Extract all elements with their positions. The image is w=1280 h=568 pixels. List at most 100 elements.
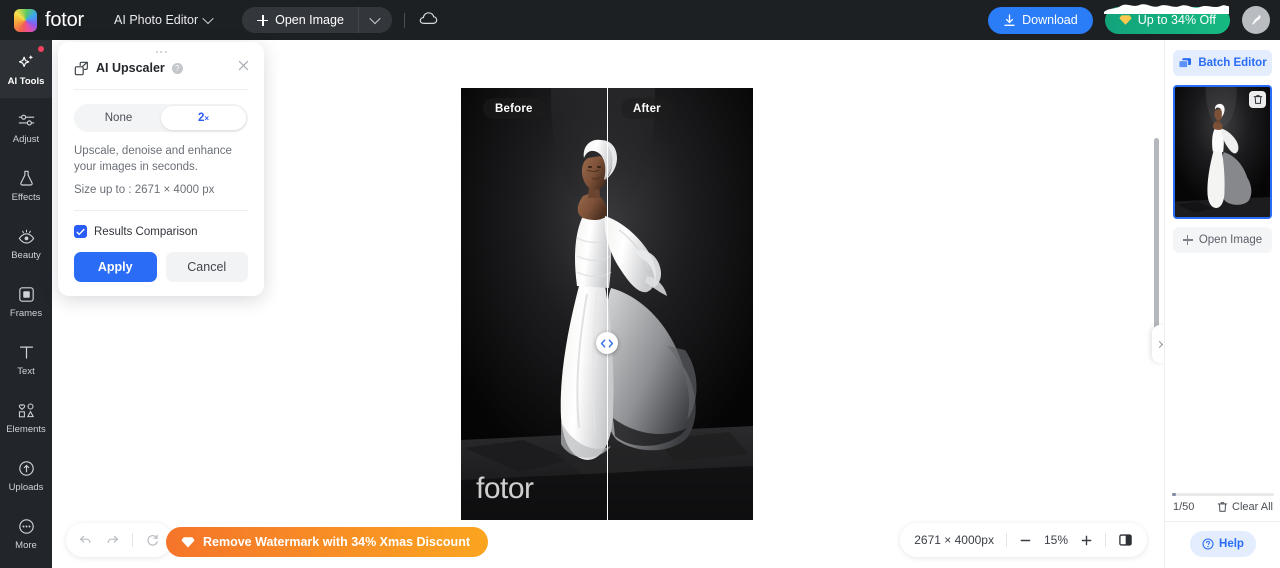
sidebar-item-more[interactable]: More	[0, 504, 52, 562]
sidebar-item-label: More	[15, 539, 37, 551]
promo-button[interactable]: Up to 34% Off	[1104, 6, 1230, 34]
panel-action-row: Apply Cancel	[74, 252, 248, 282]
chevron-right-icon	[1155, 340, 1164, 348]
panel-size-note: Size up to : 2671 × 4000 px	[74, 184, 215, 196]
batch-progress-fill	[1172, 493, 1177, 496]
refresh-icon[interactable]	[145, 533, 160, 548]
frame-square-icon	[18, 286, 34, 302]
clear-all-button[interactable]: Clear All	[1217, 501, 1273, 513]
toolbar-divider	[403, 12, 405, 28]
promo-upsell[interactable]: Up to 34% Off	[1103, 3, 1230, 34]
batch-count: 1/50	[1173, 501, 1195, 513]
sidebar-item-beauty[interactable]: Beauty	[0, 214, 52, 272]
open-image-label-right: Open Image	[1198, 234, 1263, 246]
sidebar-item-uploads[interactable]: Uploads	[0, 446, 52, 504]
upscale-factor-toggle: None 2 ×	[74, 104, 248, 132]
sidebar-item-text[interactable]: Text	[0, 330, 52, 388]
zoom-in-button[interactable]	[1080, 534, 1093, 547]
notification-badge	[38, 46, 44, 52]
zoom-out-button[interactable]	[1019, 534, 1032, 547]
sliders-icon	[18, 114, 34, 126]
thumbnail-item[interactable]	[1173, 85, 1272, 219]
batch-editor-button[interactable]: Batch Editor	[1173, 50, 1272, 76]
results-comparison-checkbox[interactable]	[74, 225, 87, 238]
image-canvas[interactable]: Before After fotor	[461, 88, 753, 520]
close-icon[interactable]	[237, 59, 250, 77]
panel-divider-top	[74, 89, 248, 90]
open-image-button-right[interactable]: Open Image	[1173, 227, 1272, 253]
help-label: Help	[1219, 538, 1244, 550]
canvas-scrollbar[interactable]	[1154, 138, 1159, 330]
cancel-button[interactable]: Cancel	[165, 252, 248, 282]
batch-panel: Batch Editor Open Image 1/50 Clear All H…	[1164, 40, 1280, 568]
sidebar-item-label: Uploads	[8, 481, 44, 493]
left-tool-rail: AI Tools Adjust Effects Beauty Frames Te…	[0, 40, 52, 568]
brand-logo[interactable]: fotor	[14, 8, 85, 32]
open-image-dropdown-button[interactable]	[357, 7, 392, 33]
sidebar-item-ai-tools[interactable]: AI Tools	[0, 40, 52, 98]
open-image-button[interactable]: Open Image	[242, 7, 358, 33]
before-after-slider-handle[interactable]	[596, 332, 618, 354]
remove-watermark-promo-button[interactable]: Remove Watermark with 34% Xmas Discount	[166, 527, 488, 557]
sidebar-item-adjust[interactable]: Adjust	[0, 98, 52, 156]
upscale-option-none[interactable]: None	[76, 106, 161, 130]
batch-count-row: 1/50 Clear All	[1165, 496, 1280, 513]
chevron-down-icon	[202, 12, 214, 25]
upscale-icon	[74, 61, 88, 75]
ellipsis-circle-icon	[18, 518, 34, 534]
clear-all-label: Clear All	[1232, 501, 1273, 513]
delete-thumbnail-button[interactable]	[1249, 91, 1266, 108]
footer-divider	[1165, 521, 1280, 522]
apply-button[interactable]: Apply	[74, 252, 157, 282]
batch-progress-bar[interactable]	[1172, 493, 1274, 496]
eye-icon	[18, 229, 34, 244]
before-after-split-line	[607, 88, 609, 520]
results-comparison-row[interactable]: Results Comparison	[74, 225, 248, 238]
remove-watermark-promo-label: Remove Watermark with 34% Xmas Discount	[203, 535, 470, 549]
upscale-option-2x[interactable]: 2 ×	[161, 106, 246, 130]
results-comparison-label: Results Comparison	[94, 225, 198, 238]
panel-description: Upscale, denoise and enhance your images…	[74, 145, 232, 173]
layers-icon	[1178, 57, 1192, 68]
panel-title: AI Upscaler	[96, 61, 165, 75]
sidebar-item-label: Effects	[11, 191, 41, 203]
sidebar-item-effects[interactable]: Effects	[0, 156, 52, 214]
upscale-option-2x-sup: ×	[204, 113, 210, 123]
download-label: Download	[1022, 13, 1078, 27]
top-bar-right: Download Up to 34% Off	[988, 3, 1270, 34]
batch-editor-label: Batch Editor	[1198, 57, 1267, 69]
brand-name: fotor	[45, 8, 85, 31]
minus-icon	[1020, 539, 1031, 541]
question-circle-icon	[1202, 538, 1214, 550]
diamond-icon	[181, 536, 195, 547]
undo-arrow-icon[interactable]	[78, 533, 93, 548]
drag-dots-icon[interactable]	[58, 42, 264, 56]
panel-header: AI Upscaler ?	[58, 56, 264, 77]
sparkle-icon	[18, 54, 33, 67]
cloud-icon[interactable]	[419, 11, 438, 30]
download-button[interactable]: Download	[988, 6, 1093, 34]
sidebar-item-elements[interactable]: Elements	[0, 388, 52, 446]
text-t-icon	[19, 346, 33, 359]
after-badge: After	[621, 98, 673, 119]
question-mark-icon[interactable]: ?	[171, 62, 183, 74]
trash-icon	[1253, 95, 1262, 104]
sidebar-item-label: AI Tools	[7, 75, 45, 87]
avatar[interactable]	[1242, 6, 1270, 34]
zoom-level: 15%	[1043, 533, 1068, 547]
bird-avatar-icon	[1252, 15, 1261, 25]
shapes-icon	[18, 403, 34, 418]
watermark: fotor	[476, 472, 534, 505]
redo-arrow-icon[interactable]	[105, 533, 120, 548]
image-dimensions: 2671 × 4000px	[914, 533, 994, 547]
upload-cloud-icon	[18, 460, 34, 476]
sidebar-item-label: Elements	[6, 423, 46, 435]
app-mode-switcher[interactable]: AI Photo Editor	[114, 12, 214, 27]
download-icon	[1004, 13, 1015, 26]
sidebar-item-frames[interactable]: Frames	[0, 272, 52, 330]
help-button[interactable]: Help	[1190, 531, 1256, 557]
plus-icon	[257, 14, 269, 26]
history-divider	[132, 533, 133, 547]
compare-view-button[interactable]	[1118, 533, 1133, 547]
left-right-chevrons-icon	[600, 338, 614, 348]
